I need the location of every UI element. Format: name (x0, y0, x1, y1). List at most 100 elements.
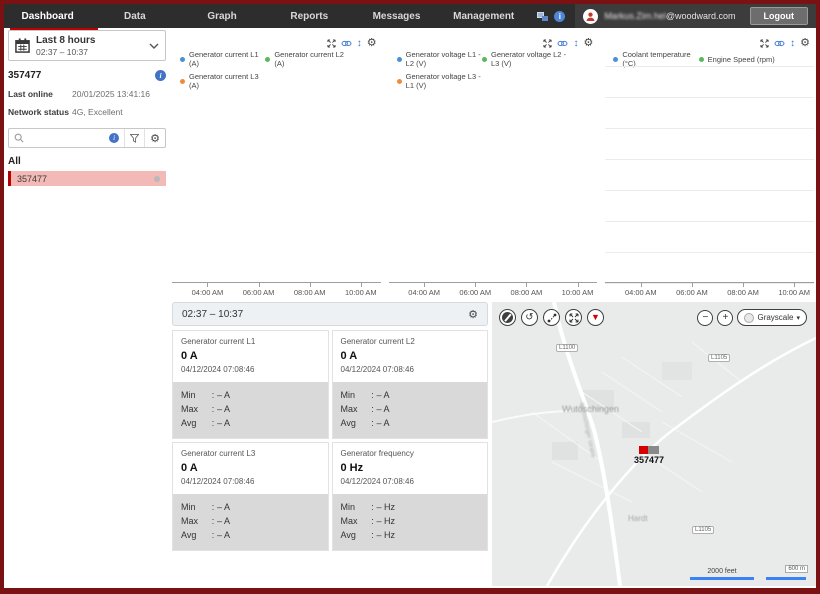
help-icon[interactable]: i (554, 11, 565, 22)
stat-card-frequency: Generator frequency 0 Hz 04/12/2024 07:0… (332, 442, 489, 551)
max-label: Max (341, 403, 369, 417)
link-icon[interactable] (557, 40, 568, 47)
gear-icon[interactable]: ⚙ (367, 38, 377, 49)
series-dot (180, 79, 185, 84)
legend-item[interactable]: Generator current L3 (A) (180, 72, 265, 90)
device-status-dot (154, 176, 160, 182)
device-header: 357477 i (8, 70, 166, 81)
gear-icon[interactable]: ⚙ (583, 38, 593, 49)
tab-reports[interactable]: Reports (266, 4, 353, 28)
last-online-label: Last online (8, 89, 72, 99)
devices-icon[interactable] (537, 12, 548, 21)
stats-panel: 02:37 – 10:37 ⚙ Generator current L1 0 A… (172, 302, 488, 551)
max-value: – A (217, 403, 230, 417)
avg-label: Avg (341, 417, 369, 431)
nav-tabs: Dashboard Data Graph Reports Messages Ma… (4, 4, 527, 28)
series-dot (482, 57, 487, 62)
chart-legend: Generator voltage L1 - L2 (V) Generator … (389, 50, 598, 90)
search-input[interactable] (24, 133, 104, 143)
legend-item[interactable]: Generator current L1 (A) (180, 50, 265, 68)
tab-data[interactable]: Data (91, 4, 178, 28)
user-email-name: Markus.Zim.hel (604, 11, 666, 21)
device-search: i ⚙ (8, 128, 166, 148)
stat-cards: Generator current L1 0 A 04/12/2024 07:0… (172, 330, 488, 551)
filter-button[interactable] (124, 129, 144, 147)
gear-icon[interactable]: ⚙ (800, 38, 810, 49)
x-tick-label: 04:00 AM (192, 288, 224, 297)
map-compass-button[interactable] (499, 309, 516, 326)
device-info-icon[interactable]: i (155, 70, 166, 81)
avg-value: – A (377, 417, 390, 431)
x-tick-label: 04:00 AM (625, 288, 657, 297)
sidebar: Last 8 hours 02:37 – 10:37 357477 i Last… (8, 30, 166, 186)
map-route-button[interactable] (543, 309, 560, 326)
avatar[interactable] (583, 9, 598, 24)
min-value: – A (217, 501, 230, 515)
expand-arrows-icon[interactable] (327, 39, 336, 48)
legend-item[interactable]: Generator current L2 (A) (265, 50, 350, 68)
card-timestamp: 04/12/2024 07:08:46 (181, 365, 320, 374)
chart-toolbar: ↕ ⚙ (543, 38, 593, 49)
chart-coolant-engine: ↕ ⚙ Coolant temperature (°C) Engine Spee… (605, 30, 814, 298)
x-tick-label: 04:00 AM (408, 288, 440, 297)
chart-generator-current: ↕ ⚙ Generator current L1 (A) Generator c… (172, 30, 381, 298)
map-marker-filter-button[interactable]: ▼ (587, 309, 604, 326)
map-style-selector[interactable]: Grayscale ▾ (737, 309, 807, 326)
zoom-in-button[interactable]: + (717, 310, 733, 326)
time-range-value: 02:37 – 10:37 (36, 47, 95, 57)
card-minmaxavg: Min:– A Max:– A Avg:– A (173, 382, 328, 438)
max-label: Max (341, 515, 369, 529)
four-arrows-icon (569, 313, 579, 323)
tab-dashboard[interactable]: Dashboard (4, 4, 91, 28)
tab-messages[interactable]: Messages (353, 4, 440, 28)
vertical-arrows-icon[interactable]: ↕ (790, 39, 795, 49)
zoom-out-button[interactable]: − (697, 310, 713, 326)
search-info-button[interactable]: i (104, 129, 124, 147)
legend-item[interactable]: Generator voltage L2 - L3 (V) (482, 50, 567, 68)
card-value: 0 Hz (341, 462, 480, 474)
search-settings-button[interactable]: ⚙ (144, 129, 165, 147)
map-panel[interactable]: ↺ ▼ − + Grayscale ▾ L1100 (492, 302, 816, 586)
series-dot (699, 57, 704, 62)
device-marker[interactable]: 357477 (634, 446, 664, 465)
link-icon[interactable] (341, 40, 352, 47)
vertical-arrows-icon[interactable]: ↕ (357, 39, 362, 49)
link-icon[interactable] (774, 40, 785, 47)
time-range-selector[interactable]: Last 8 hours 02:37 – 10:37 (8, 30, 166, 61)
compass-icon (502, 312, 513, 323)
legend-label: Generator voltage L2 - L3 (V) (491, 50, 567, 68)
gear-icon[interactable]: ⚙ (468, 308, 478, 321)
min-value: – A (217, 389, 230, 403)
marker-flag-icon (634, 446, 664, 454)
card-timestamp: 04/12/2024 07:08:46 (341, 365, 480, 374)
charts-row: ↕ ⚙ Generator current L1 (A) Generator c… (172, 30, 814, 298)
vertical-arrows-icon[interactable]: ↕ (573, 39, 578, 49)
map-style-label: Grayscale (757, 313, 793, 322)
series-dot (397, 79, 402, 84)
device-list-item-id: 357477 (17, 174, 47, 184)
last-online-value: 20/01/2025 13:41:16 (72, 89, 150, 99)
map-controls-right: − + Grayscale ▾ (697, 309, 807, 326)
x-tick-label: 10:00 AM (778, 288, 810, 297)
search-icon (14, 133, 24, 143)
card-minmaxavg: Min:– Hz Max:– Hz Avg:– Hz (333, 494, 488, 550)
legend-item[interactable]: Generator voltage L1 - L2 (V) (397, 50, 482, 68)
x-tick-label: 06:00 AM (676, 288, 708, 297)
tab-management[interactable]: Management (440, 4, 527, 28)
legend-item[interactable]: Generator voltage L3 - L1 (V) (397, 72, 482, 90)
expand-arrows-icon[interactable] (543, 39, 552, 48)
map-rotate-button[interactable]: ↺ (521, 309, 538, 326)
nav-right: i Markus.Zim.hel@woodward.com Logout (527, 4, 816, 28)
chart-legend: Generator current L1 (A) Generator curre… (172, 50, 381, 90)
max-value: – A (217, 515, 230, 529)
tab-graph[interactable]: Graph (178, 4, 265, 28)
card-minmaxavg: Min:– A Max:– A Avg:– A (333, 382, 488, 438)
x-tick-label: 08:00 AM (294, 288, 326, 297)
map-center-button[interactable] (565, 309, 582, 326)
card-title: Generator current L1 (181, 337, 320, 346)
expand-arrows-icon[interactable] (760, 39, 769, 48)
user-email: Markus.Zim.hel@woodward.com (604, 11, 735, 21)
max-value: – A (377, 403, 390, 417)
device-list-item[interactable]: 357477 (8, 171, 166, 186)
logout-button[interactable]: Logout (750, 7, 809, 25)
